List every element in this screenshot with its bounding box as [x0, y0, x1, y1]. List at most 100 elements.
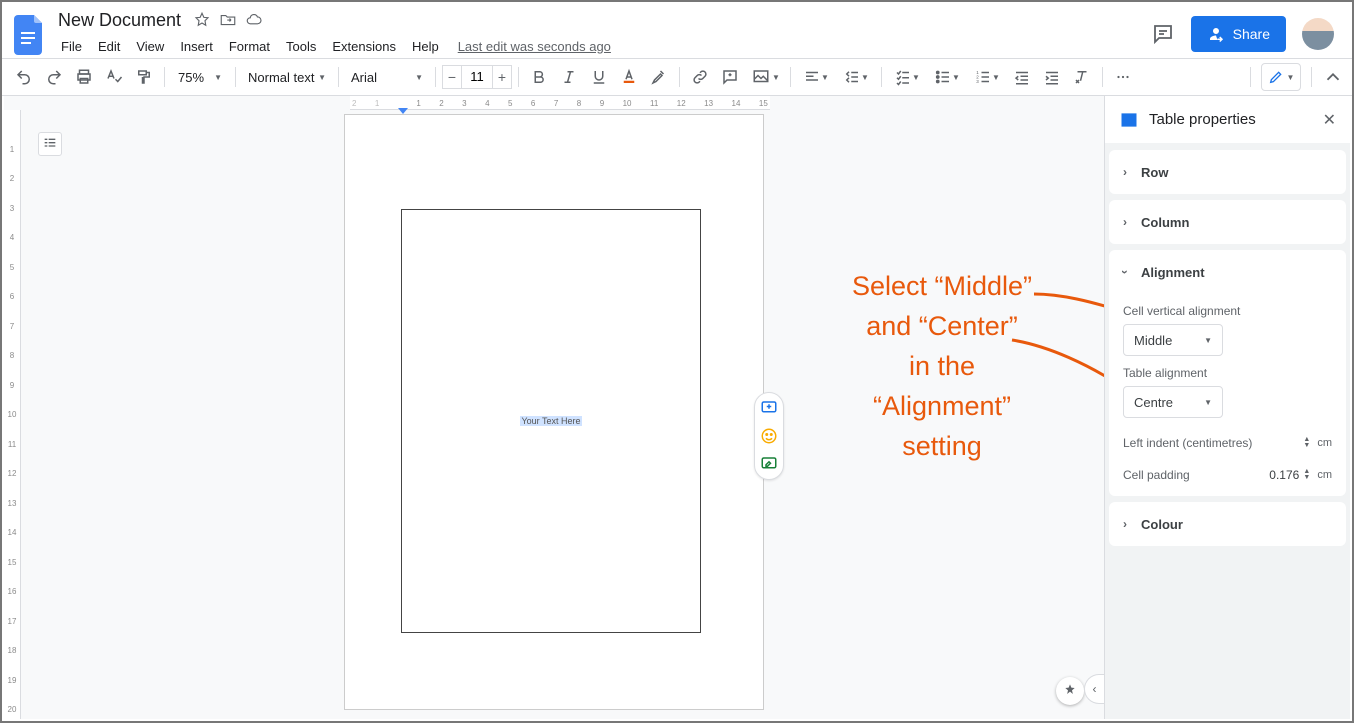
- placeholder-text[interactable]: Your Text Here: [520, 416, 581, 426]
- ruler-tick: 8: [10, 351, 14, 360]
- move-folder-icon[interactable]: [219, 11, 237, 29]
- ruler-tick: 13: [704, 99, 713, 108]
- paint-format-icon[interactable]: [130, 63, 158, 91]
- last-edit-link[interactable]: Last edit was seconds ago: [458, 39, 611, 54]
- share-button-label: Share: [1233, 26, 1270, 42]
- align-icon[interactable]: ▼: [797, 63, 835, 91]
- side-panel: Table properties ✕ ›Row ›Column ›Alignme…: [1104, 96, 1350, 719]
- underline-icon[interactable]: [585, 63, 613, 91]
- ruler-tick: 15: [8, 558, 17, 567]
- font-size-increase[interactable]: +: [492, 65, 512, 89]
- table-cell[interactable]: Your Text Here: [401, 209, 701, 633]
- account-avatar[interactable]: [1302, 18, 1334, 50]
- more-icon[interactable]: [1109, 63, 1137, 91]
- ruler-tick: 18: [8, 646, 17, 655]
- section-row[interactable]: ›Row: [1109, 150, 1346, 194]
- annotation-line: and “Center”: [772, 306, 1104, 346]
- font-select[interactable]: Arial▼: [345, 65, 429, 89]
- cell-padding-input[interactable]: 0.176: [1269, 468, 1299, 482]
- number-list-icon[interactable]: 123▼: [968, 63, 1006, 91]
- vertical-ruler[interactable]: 1 2 3 4 5 6 7 8 9 10 11 12 13 14 15 16 1…: [4, 110, 21, 719]
- annotation-text: Select “Middle” and “Center” in the “Ali…: [772, 266, 1104, 466]
- cell-vertical-label: Cell vertical alignment: [1123, 304, 1332, 318]
- comment-icon[interactable]: [716, 63, 744, 91]
- line-spacing-icon[interactable]: ▼: [837, 63, 875, 91]
- editing-mode-select[interactable]: ▼: [1261, 63, 1301, 91]
- spellcheck-icon[interactable]: [100, 63, 128, 91]
- table-icon: [1119, 110, 1139, 130]
- indent-decrease-icon[interactable]: [1008, 63, 1036, 91]
- table-align-select[interactable]: Centre▼: [1123, 386, 1223, 418]
- star-icon[interactable]: [193, 11, 211, 29]
- ruler-tick: 9: [600, 99, 604, 108]
- ruler-tick: 11: [8, 440, 16, 449]
- section-colour[interactable]: ›Colour: [1109, 502, 1346, 546]
- print-icon[interactable]: [70, 63, 98, 91]
- chevron-down-icon: ▼: [992, 73, 1000, 82]
- chevron-down-icon: ▼: [318, 73, 326, 82]
- menu-tools[interactable]: Tools: [279, 36, 323, 57]
- redo-icon[interactable]: [40, 63, 68, 91]
- link-icon[interactable]: [686, 63, 714, 91]
- clear-format-icon[interactable]: [1068, 63, 1096, 91]
- left-indent-label: Left indent (centimetres): [1123, 436, 1252, 450]
- title-right: Share: [1151, 8, 1344, 52]
- zoom-select[interactable]: 75%▼: [171, 65, 229, 89]
- checklist-icon[interactable]: ▼: [888, 63, 926, 91]
- stepper-icon[interactable]: ▲▼: [1303, 437, 1313, 449]
- cloud-status-icon[interactable]: [245, 11, 263, 29]
- document-name[interactable]: New Document: [54, 10, 185, 31]
- indent-increase-icon[interactable]: [1038, 63, 1066, 91]
- collapse-toolbar-icon[interactable]: [1322, 66, 1344, 88]
- menu-view[interactable]: View: [129, 36, 171, 57]
- section-alignment-header[interactable]: ›Alignment: [1109, 250, 1346, 294]
- editor-area[interactable]: 2 1 1 2 3 4 5 6 7 8 9 10 11 12 13 14 15 …: [4, 96, 1104, 719]
- italic-icon[interactable]: [555, 63, 583, 91]
- font-size-input[interactable]: 11: [462, 65, 492, 89]
- font-size-decrease[interactable]: −: [442, 65, 462, 89]
- bullet-list-icon[interactable]: ▼: [928, 63, 966, 91]
- chevron-down-icon: ▼: [952, 73, 960, 82]
- suggest-edit-icon[interactable]: [760, 455, 778, 473]
- chevron-down-icon: ▼: [1204, 398, 1212, 407]
- comment-history-icon[interactable]: [1151, 22, 1175, 46]
- workspace: 2 1 1 2 3 4 5 6 7 8 9 10 11 12 13 14 15 …: [4, 96, 1350, 719]
- ruler-tick: 6: [531, 99, 535, 108]
- horizontal-ruler[interactable]: 2 1 1 2 3 4 5 6 7 8 9 10 11 12 13 14 15: [350, 96, 770, 110]
- explore-icon[interactable]: [1056, 677, 1084, 705]
- paragraph-style-select[interactable]: Normal text▼: [242, 65, 332, 89]
- highlight-icon[interactable]: [645, 63, 673, 91]
- font-size-group: − 11 +: [442, 65, 512, 89]
- menu-help[interactable]: Help: [405, 36, 446, 57]
- image-insert-icon[interactable]: ▼: [746, 63, 784, 91]
- menu-edit[interactable]: Edit: [91, 36, 127, 57]
- page[interactable]: Your Text Here: [344, 114, 764, 710]
- ruler-tick: 11: [650, 99, 658, 108]
- ruler-tick: 20: [8, 705, 17, 714]
- chevron-down-icon: ▼: [912, 73, 920, 82]
- stepper-icon[interactable]: ▲▼: [1303, 469, 1313, 481]
- close-icon[interactable]: ✕: [1323, 110, 1336, 130]
- menu-format[interactable]: Format: [222, 36, 277, 57]
- ruler-tick: 3: [462, 99, 466, 108]
- cell-padding-label: Cell padding: [1123, 468, 1190, 482]
- docs-logo-icon[interactable]: [10, 8, 50, 62]
- share-button[interactable]: Share: [1191, 16, 1286, 52]
- ruler-tick: 17: [8, 617, 17, 626]
- ruler-tick: 19: [8, 676, 17, 685]
- bold-icon[interactable]: [525, 63, 553, 91]
- add-comment-icon[interactable]: [760, 399, 778, 417]
- menu-file[interactable]: File: [54, 36, 89, 57]
- section-column[interactable]: ›Column: [1109, 200, 1346, 244]
- undo-icon[interactable]: [10, 63, 38, 91]
- menu-extensions[interactable]: Extensions: [325, 36, 403, 57]
- toolbar: 75%▼ Normal text▼ Arial▼ − 11 + ▼ ▼ ▼ ▼ …: [2, 58, 1352, 96]
- text-color-icon[interactable]: [615, 63, 643, 91]
- ruler-tick: 14: [732, 99, 741, 108]
- add-emoji-icon[interactable]: [760, 427, 778, 445]
- menu-bar: File Edit View Insert Format Tools Exten…: [54, 34, 1151, 58]
- cell-vertical-select[interactable]: Middle▼: [1123, 324, 1223, 356]
- outline-toggle-icon[interactable]: [38, 132, 62, 156]
- side-panel-toggle-icon[interactable]: ‹: [1084, 674, 1104, 704]
- menu-insert[interactable]: Insert: [173, 36, 220, 57]
